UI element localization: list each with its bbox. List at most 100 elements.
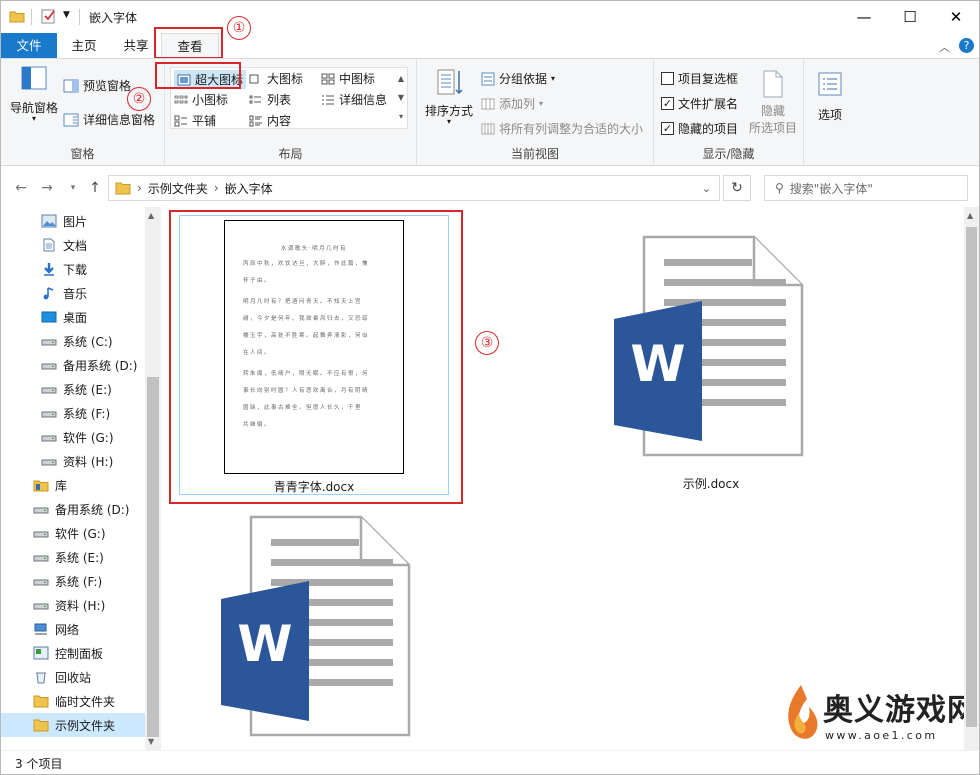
- tab-home[interactable]: 主页: [61, 33, 107, 58]
- layout-small-icons[interactable]: 小图标: [174, 91, 228, 108]
- hidden-items-checkbox[interactable]: ✓: [661, 122, 674, 135]
- nav-item[interactable]: 系统 (C:): [1, 329, 145, 353]
- nav-item[interactable]: 库: [1, 473, 145, 497]
- add-columns-button[interactable]: 添加列 ▾: [481, 95, 543, 112]
- recent-locations-icon[interactable]: ▾: [63, 178, 83, 198]
- content-scroll-thumb[interactable]: [966, 227, 977, 727]
- folder-icon: [115, 182, 131, 195]
- file-extensions-checkbox[interactable]: ✓: [661, 97, 674, 110]
- address-dropdown-icon[interactable]: ⌄: [702, 182, 711, 195]
- scroll-down-icon[interactable]: ▼: [148, 737, 154, 746]
- annotation-3: ③: [475, 331, 499, 355]
- back-arrow-icon[interactable]: ←: [11, 178, 31, 198]
- group-by-button[interactable]: 分组依据 ▾: [481, 70, 555, 87]
- nav-item[interactable]: 回收站: [1, 665, 145, 689]
- hide-selected-label-2: 所选项目: [748, 121, 797, 135]
- nav-pane-button[interactable]: 导航窗格 ▾: [7, 63, 61, 123]
- nav-item[interactable]: 文档: [1, 233, 145, 257]
- nav-item[interactable]: 资料 (H:): [1, 449, 145, 473]
- refresh-icon[interactable]: ↻: [723, 175, 751, 201]
- nav-item-label: 软件 (G:): [55, 526, 106, 541]
- nav-item[interactable]: 系统 (F:): [1, 401, 145, 425]
- nav-pane-icon: [21, 66, 47, 90]
- ribbon: 导航窗格 ▾ 预览窗格 详细信息窗格 窗格 超大图标 大图标 中图标 小图标 列…: [1, 58, 979, 166]
- options-button[interactable]: 选项: [807, 69, 853, 123]
- nav-item[interactable]: 软件 (G:): [1, 425, 145, 449]
- window-title: 嵌入字体: [89, 11, 138, 25]
- address-bar[interactable]: › 示例文件夹 › 嵌入字体 ⌄: [108, 175, 720, 201]
- file-item[interactable]: W 示例.docx: [581, 221, 841, 506]
- scroll-up-icon[interactable]: ▲: [148, 211, 154, 220]
- nav-item[interactable]: 网络: [1, 617, 145, 641]
- item-checkboxes-checkbox[interactable]: [661, 72, 674, 85]
- layout-large-icons[interactable]: 大图标: [249, 70, 303, 87]
- layout-tiles[interactable]: 平铺: [174, 112, 216, 129]
- breadcrumb-item[interactable]: 嵌入字体: [225, 180, 273, 197]
- nav-item[interactable]: 音乐: [1, 281, 145, 305]
- nav-item[interactable]: 软件 (G:): [1, 521, 145, 545]
- nav-item[interactable]: 下载: [1, 257, 145, 281]
- layout-content-label: 内容: [267, 114, 292, 128]
- preview-pane-button[interactable]: 预览窗格: [63, 77, 131, 94]
- nav-scrollbar[interactable]: ▲ ▼: [145, 207, 161, 750]
- scroll-up-icon[interactable]: ▲: [967, 211, 973, 220]
- tab-share[interactable]: 共享: [113, 33, 159, 58]
- file-item[interactable]: W: [191, 511, 451, 750]
- layout-list[interactable]: 列表: [249, 91, 291, 108]
- collapse-ribbon-icon[interactable]: ︿: [939, 39, 950, 55]
- nav-item[interactable]: 图片: [1, 209, 145, 233]
- hide-selected-button[interactable]: 隐藏 所选项目: [747, 69, 799, 136]
- help-icon[interactable]: ?: [959, 38, 974, 53]
- nav-item[interactable]: 备用系统 (D:): [1, 353, 145, 377]
- up-arrow-icon[interactable]: ↑: [85, 178, 105, 198]
- layout-list-label: 列表: [267, 93, 292, 107]
- drive-icon: [41, 382, 57, 396]
- status-bar: 3 个项目: [1, 750, 979, 774]
- nav-item-label: 临时文件夹: [55, 694, 116, 709]
- nav-item[interactable]: 系统 (E:): [1, 377, 145, 401]
- nav-item[interactable]: 资料 (H:): [1, 593, 145, 617]
- search-input[interactable]: ⚲ 搜索"嵌入字体": [764, 175, 968, 201]
- file-extensions-toggle[interactable]: ✓ 文件扩展名: [661, 95, 738, 112]
- breadcrumb-item[interactable]: 示例文件夹: [148, 180, 208, 197]
- nav-item[interactable]: 系统 (E:): [1, 545, 145, 569]
- small-icons-icon: [174, 95, 188, 103]
- nav-item[interactable]: 桌面: [1, 305, 145, 329]
- search-placeholder: 搜索"嵌入字体": [789, 181, 873, 196]
- minimize-button[interactable]: —: [841, 1, 887, 33]
- properties-icon[interactable]: [41, 9, 57, 24]
- svg-text:W: W: [237, 615, 292, 673]
- maximize-button[interactable]: ☐: [887, 1, 933, 33]
- nav-item[interactable]: 示例文件夹: [1, 713, 145, 737]
- layout-medium-icons[interactable]: 中图标: [321, 70, 375, 87]
- details-pane-button[interactable]: 详细信息窗格: [63, 111, 155, 128]
- layout-details[interactable]: 详细信息: [321, 91, 387, 108]
- nav-item[interactable]: 备用系统 (D:): [1, 497, 145, 521]
- layout-gallery-scroll[interactable]: ▲ ▼ ▾: [395, 69, 407, 127]
- layout-content[interactable]: 内容: [249, 112, 291, 129]
- drive-icon: [41, 430, 57, 444]
- close-button[interactable]: ✕: [933, 1, 979, 33]
- nav-item-label: 系统 (C:): [63, 334, 113, 349]
- nav-item[interactable]: 系统 (F:): [1, 569, 145, 593]
- item-checkboxes-toggle[interactable]: 项目复选框: [661, 70, 738, 87]
- annotation-2: ②: [127, 87, 151, 111]
- folder-icon: [33, 718, 49, 732]
- nav-item-label: 备用系统 (D:): [55, 502, 130, 517]
- content-scrollbar[interactable]: ▲: [964, 207, 979, 750]
- nav-item[interactable]: 控制面板: [1, 641, 145, 665]
- pictures-icon: [41, 214, 57, 228]
- group-label-show-hide: 显示/隐藏: [702, 147, 755, 161]
- breadcrumb-separator-icon: ›: [137, 181, 142, 195]
- forward-arrow-icon[interactable]: →: [37, 178, 57, 198]
- folder-icon: [33, 694, 49, 708]
- qa-dropdown-icon[interactable]: ▼: [63, 10, 70, 20]
- details-icon: [322, 95, 334, 104]
- sort-by-button[interactable]: 排序方式 ▾: [422, 67, 476, 126]
- nav-item[interactable]: 临时文件夹: [1, 689, 145, 713]
- hidden-items-toggle[interactable]: ✓ 隐藏的项目: [661, 120, 738, 137]
- fit-columns-button[interactable]: 将所有列调整为合适的大小: [481, 120, 643, 137]
- nav-item-label: 网络: [55, 622, 80, 637]
- tab-file[interactable]: 文件: [1, 33, 57, 58]
- nav-scroll-thumb[interactable]: [147, 377, 159, 737]
